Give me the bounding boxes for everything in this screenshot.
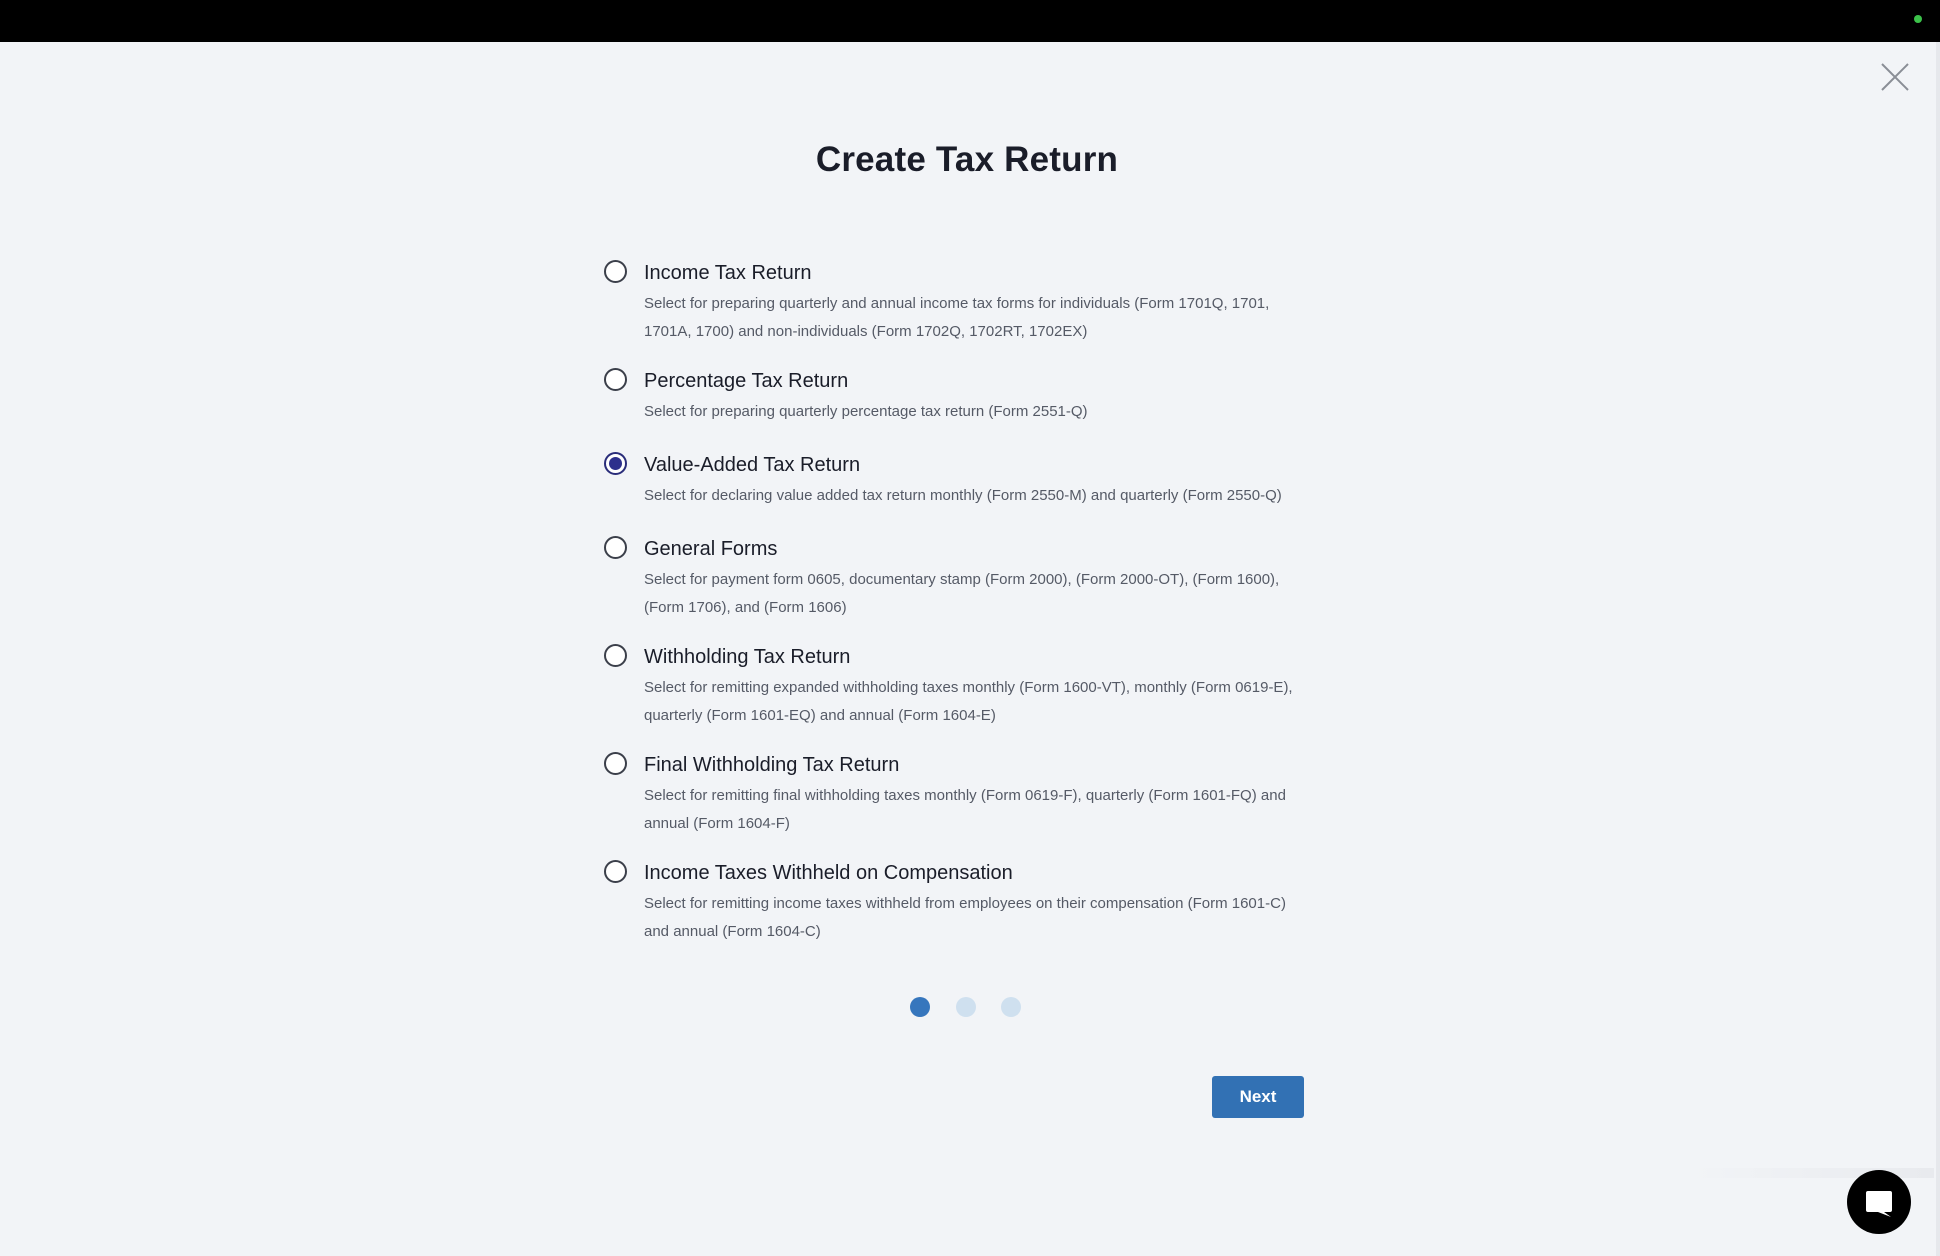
option-description-line: Select for declaring value added tax ret… xyxy=(644,487,1282,504)
radio-button[interactable] xyxy=(604,860,627,883)
option-description-line: 1701A, 1700) and non-individuals (Form 1… xyxy=(644,323,1088,340)
option-title: Value-Added Tax Return xyxy=(644,454,861,476)
option-description: Select for remitting income taxes withhe… xyxy=(644,890,1340,946)
radio-button[interactable] xyxy=(604,368,627,391)
option-description: Select for remitting final withholding t… xyxy=(644,782,1340,838)
option-value-added-tax-return[interactable]: Value-Added Tax Return Select for declar… xyxy=(600,450,1340,510)
option-description-line: Select for preparing quarterly and annua… xyxy=(644,295,1270,312)
option-title: General Forms xyxy=(644,538,778,560)
step-pager xyxy=(910,997,1022,1019)
option-description-line: (Form 1706), and (Form 1606) xyxy=(644,599,847,616)
option-final-withholding-tax-return[interactable]: Final Withholding Tax Return Select for … xyxy=(600,750,1340,838)
option-description-line: annual (Form 1604-F) xyxy=(644,815,790,832)
option-title: Final Withholding Tax Return xyxy=(644,754,900,776)
radio-button[interactable] xyxy=(604,260,627,283)
option-general-forms[interactable]: General Forms Select for payment form 06… xyxy=(600,534,1340,622)
option-description-line: and annual (Form 1604-C) xyxy=(644,923,821,940)
status-indicator xyxy=(1914,15,1922,23)
option-description: Select for remitting expanded withholdin… xyxy=(644,674,1340,730)
option-title: Income Taxes Withheld on Compensation xyxy=(644,862,1013,884)
radio-button[interactable] xyxy=(604,644,627,667)
option-description-line: Select for preparing quarterly percentag… xyxy=(644,403,1088,420)
option-description: Select for preparing quarterly and annua… xyxy=(644,290,1340,346)
pager-dot-2[interactable] xyxy=(956,997,976,1017)
radio-button[interactable] xyxy=(604,536,627,559)
option-description-line: quarterly (Form 1601-EQ) and annual (For… xyxy=(644,707,996,724)
option-description-line: Select for remitting final withholding t… xyxy=(644,787,1286,804)
option-income-tax-return[interactable]: Income Tax Return Select for preparing q… xyxy=(600,258,1340,346)
next-button[interactable]: Next xyxy=(1212,1076,1304,1118)
option-description-line: Select for remitting expanded withholdin… xyxy=(644,679,1293,696)
panel-edge xyxy=(1936,42,1940,1256)
option-description: Select for payment form 0605, documentar… xyxy=(644,566,1340,622)
chat-button[interactable] xyxy=(1847,1170,1911,1234)
option-percentage-tax-return[interactable]: Percentage Tax Return Select for prepari… xyxy=(600,366,1340,426)
close-icon xyxy=(1881,63,1909,91)
tax-return-options: Income Tax Return Select for preparing q… xyxy=(600,258,1340,946)
option-description-line: Select for payment form 0605, documentar… xyxy=(644,571,1280,588)
pager-dot-1[interactable] xyxy=(910,997,930,1017)
option-title: Income Tax Return xyxy=(644,262,812,284)
close-button[interactable] xyxy=(1878,60,1912,94)
option-title: Percentage Tax Return xyxy=(644,370,849,392)
chat-bubble-icon xyxy=(1866,1191,1892,1217)
radio-button[interactable] xyxy=(604,752,627,775)
pager-dot-3[interactable] xyxy=(1001,997,1021,1017)
option-description: Select for declaring value added tax ret… xyxy=(644,482,1340,510)
option-title: Withholding Tax Return xyxy=(644,646,851,668)
radio-button-selected[interactable] xyxy=(604,452,627,475)
option-description: Select for preparing quarterly percentag… xyxy=(644,398,1340,426)
dialog-title: Create Tax Return xyxy=(815,140,1119,179)
option-description-line: Select for remitting income taxes withhe… xyxy=(644,895,1286,912)
option-income-taxes-withheld-on-compensation[interactable]: Income Taxes Withheld on Compensation Se… xyxy=(600,858,1340,946)
window-top-bar xyxy=(0,0,1940,42)
option-withholding-tax-return[interactable]: Withholding Tax Return Select for remitt… xyxy=(600,642,1340,730)
